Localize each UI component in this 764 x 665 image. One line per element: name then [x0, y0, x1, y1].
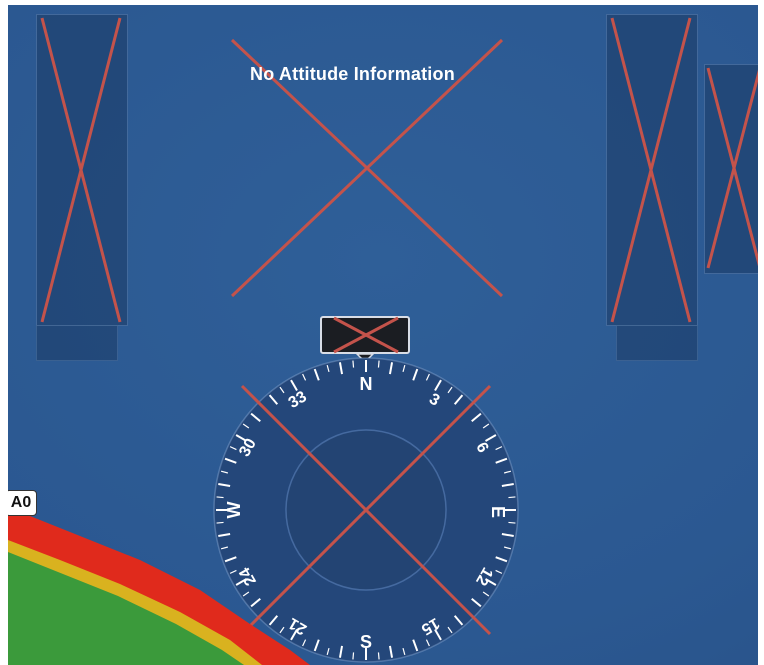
compass-tick — [402, 647, 406, 656]
compass-tick — [290, 379, 298, 391]
compass-tick — [250, 412, 261, 423]
compass-24: 24 — [236, 564, 260, 588]
frame-top — [0, 0, 764, 5]
compass-tick — [434, 379, 442, 391]
compass-tick — [218, 482, 231, 488]
compass-tick — [279, 626, 285, 634]
compass-tick — [302, 639, 307, 647]
compass-tick — [302, 373, 307, 381]
compass-tick — [447, 386, 453, 394]
compass-tick — [352, 652, 355, 660]
frame-left — [0, 0, 8, 665]
compass-s: S — [360, 632, 372, 652]
compass-tick — [352, 360, 355, 368]
compass-3: 3 — [426, 391, 442, 410]
compass-tick — [220, 546, 229, 550]
compass-tick — [220, 470, 229, 474]
vertical-speed-tape — [704, 64, 764, 274]
compass-tick — [453, 394, 464, 405]
compass-tick — [447, 626, 453, 634]
compass-tick — [425, 639, 430, 647]
compass-tick — [259, 403, 266, 410]
compass-tick — [425, 373, 430, 381]
airspeed-tape — [36, 14, 128, 326]
compass-tick — [242, 423, 250, 429]
compass-tick — [503, 546, 512, 550]
compass-6: 6 — [472, 440, 491, 456]
compass-tick — [290, 629, 298, 641]
compass-tick — [313, 639, 320, 652]
compass-tick — [268, 615, 279, 626]
compass-tick — [218, 532, 231, 538]
compass-tick — [229, 569, 237, 574]
compass-e: E — [488, 506, 508, 518]
compass-12: 12 — [472, 564, 496, 588]
compass-tick — [466, 403, 473, 410]
compass-n: N — [360, 374, 373, 394]
compass-tick — [412, 368, 419, 381]
compass-tick — [338, 362, 344, 375]
compass-tick — [224, 556, 237, 563]
compass-tick — [482, 423, 490, 429]
compass-tick — [501, 532, 514, 538]
compass-tick — [229, 446, 237, 451]
compass-tick — [388, 362, 394, 375]
compass-tick — [495, 446, 503, 451]
compass-tick — [224, 457, 237, 464]
compass-tick — [279, 386, 285, 394]
compass-21: 21 — [286, 614, 310, 638]
compass-tick — [495, 457, 508, 464]
compass-tick — [495, 569, 503, 574]
compass-tick — [501, 482, 514, 488]
compass-tick — [503, 470, 512, 474]
compass-tick — [326, 647, 330, 656]
compass-tick — [471, 597, 482, 608]
frame-right — [758, 0, 764, 665]
heading-readout-box — [320, 316, 410, 354]
compass-tick — [250, 597, 261, 608]
compass-33: 33 — [286, 388, 310, 412]
compass-15: 15 — [418, 614, 442, 638]
compass-tick — [377, 360, 380, 368]
traffic-tag: A0 — [5, 490, 37, 516]
compass-tick — [508, 521, 516, 524]
compass-tick — [495, 556, 508, 563]
altitude-tape — [606, 14, 698, 326]
altitude-tape-footer — [616, 325, 698, 361]
compass-tick — [485, 578, 497, 586]
compass-tick — [338, 645, 344, 658]
compass-tick — [326, 364, 330, 373]
compass-tick — [471, 412, 482, 423]
compass-tick — [485, 434, 497, 442]
compass-tick — [388, 645, 394, 658]
compass-30: 30 — [236, 436, 260, 460]
compass-tick — [466, 610, 473, 617]
compass-tick — [235, 434, 247, 442]
compass-tick — [216, 496, 224, 499]
compass-w: W — [224, 502, 244, 519]
airspeed-tape-footer — [36, 325, 118, 361]
compass-tick — [377, 652, 380, 660]
compass-tick — [235, 578, 247, 586]
compass-tick — [216, 521, 224, 524]
compass-tick — [268, 394, 279, 405]
no-attitude-message: No Attitude Information — [250, 64, 455, 84]
compass-tick — [453, 615, 464, 626]
compass-tick — [259, 610, 266, 617]
compass-tick — [482, 591, 490, 597]
compass-tick — [313, 368, 320, 381]
compass-tick — [508, 496, 516, 499]
compass-tick — [434, 629, 442, 641]
compass-tick — [242, 591, 250, 597]
compass-tick — [402, 364, 406, 373]
compass-tick — [412, 639, 419, 652]
